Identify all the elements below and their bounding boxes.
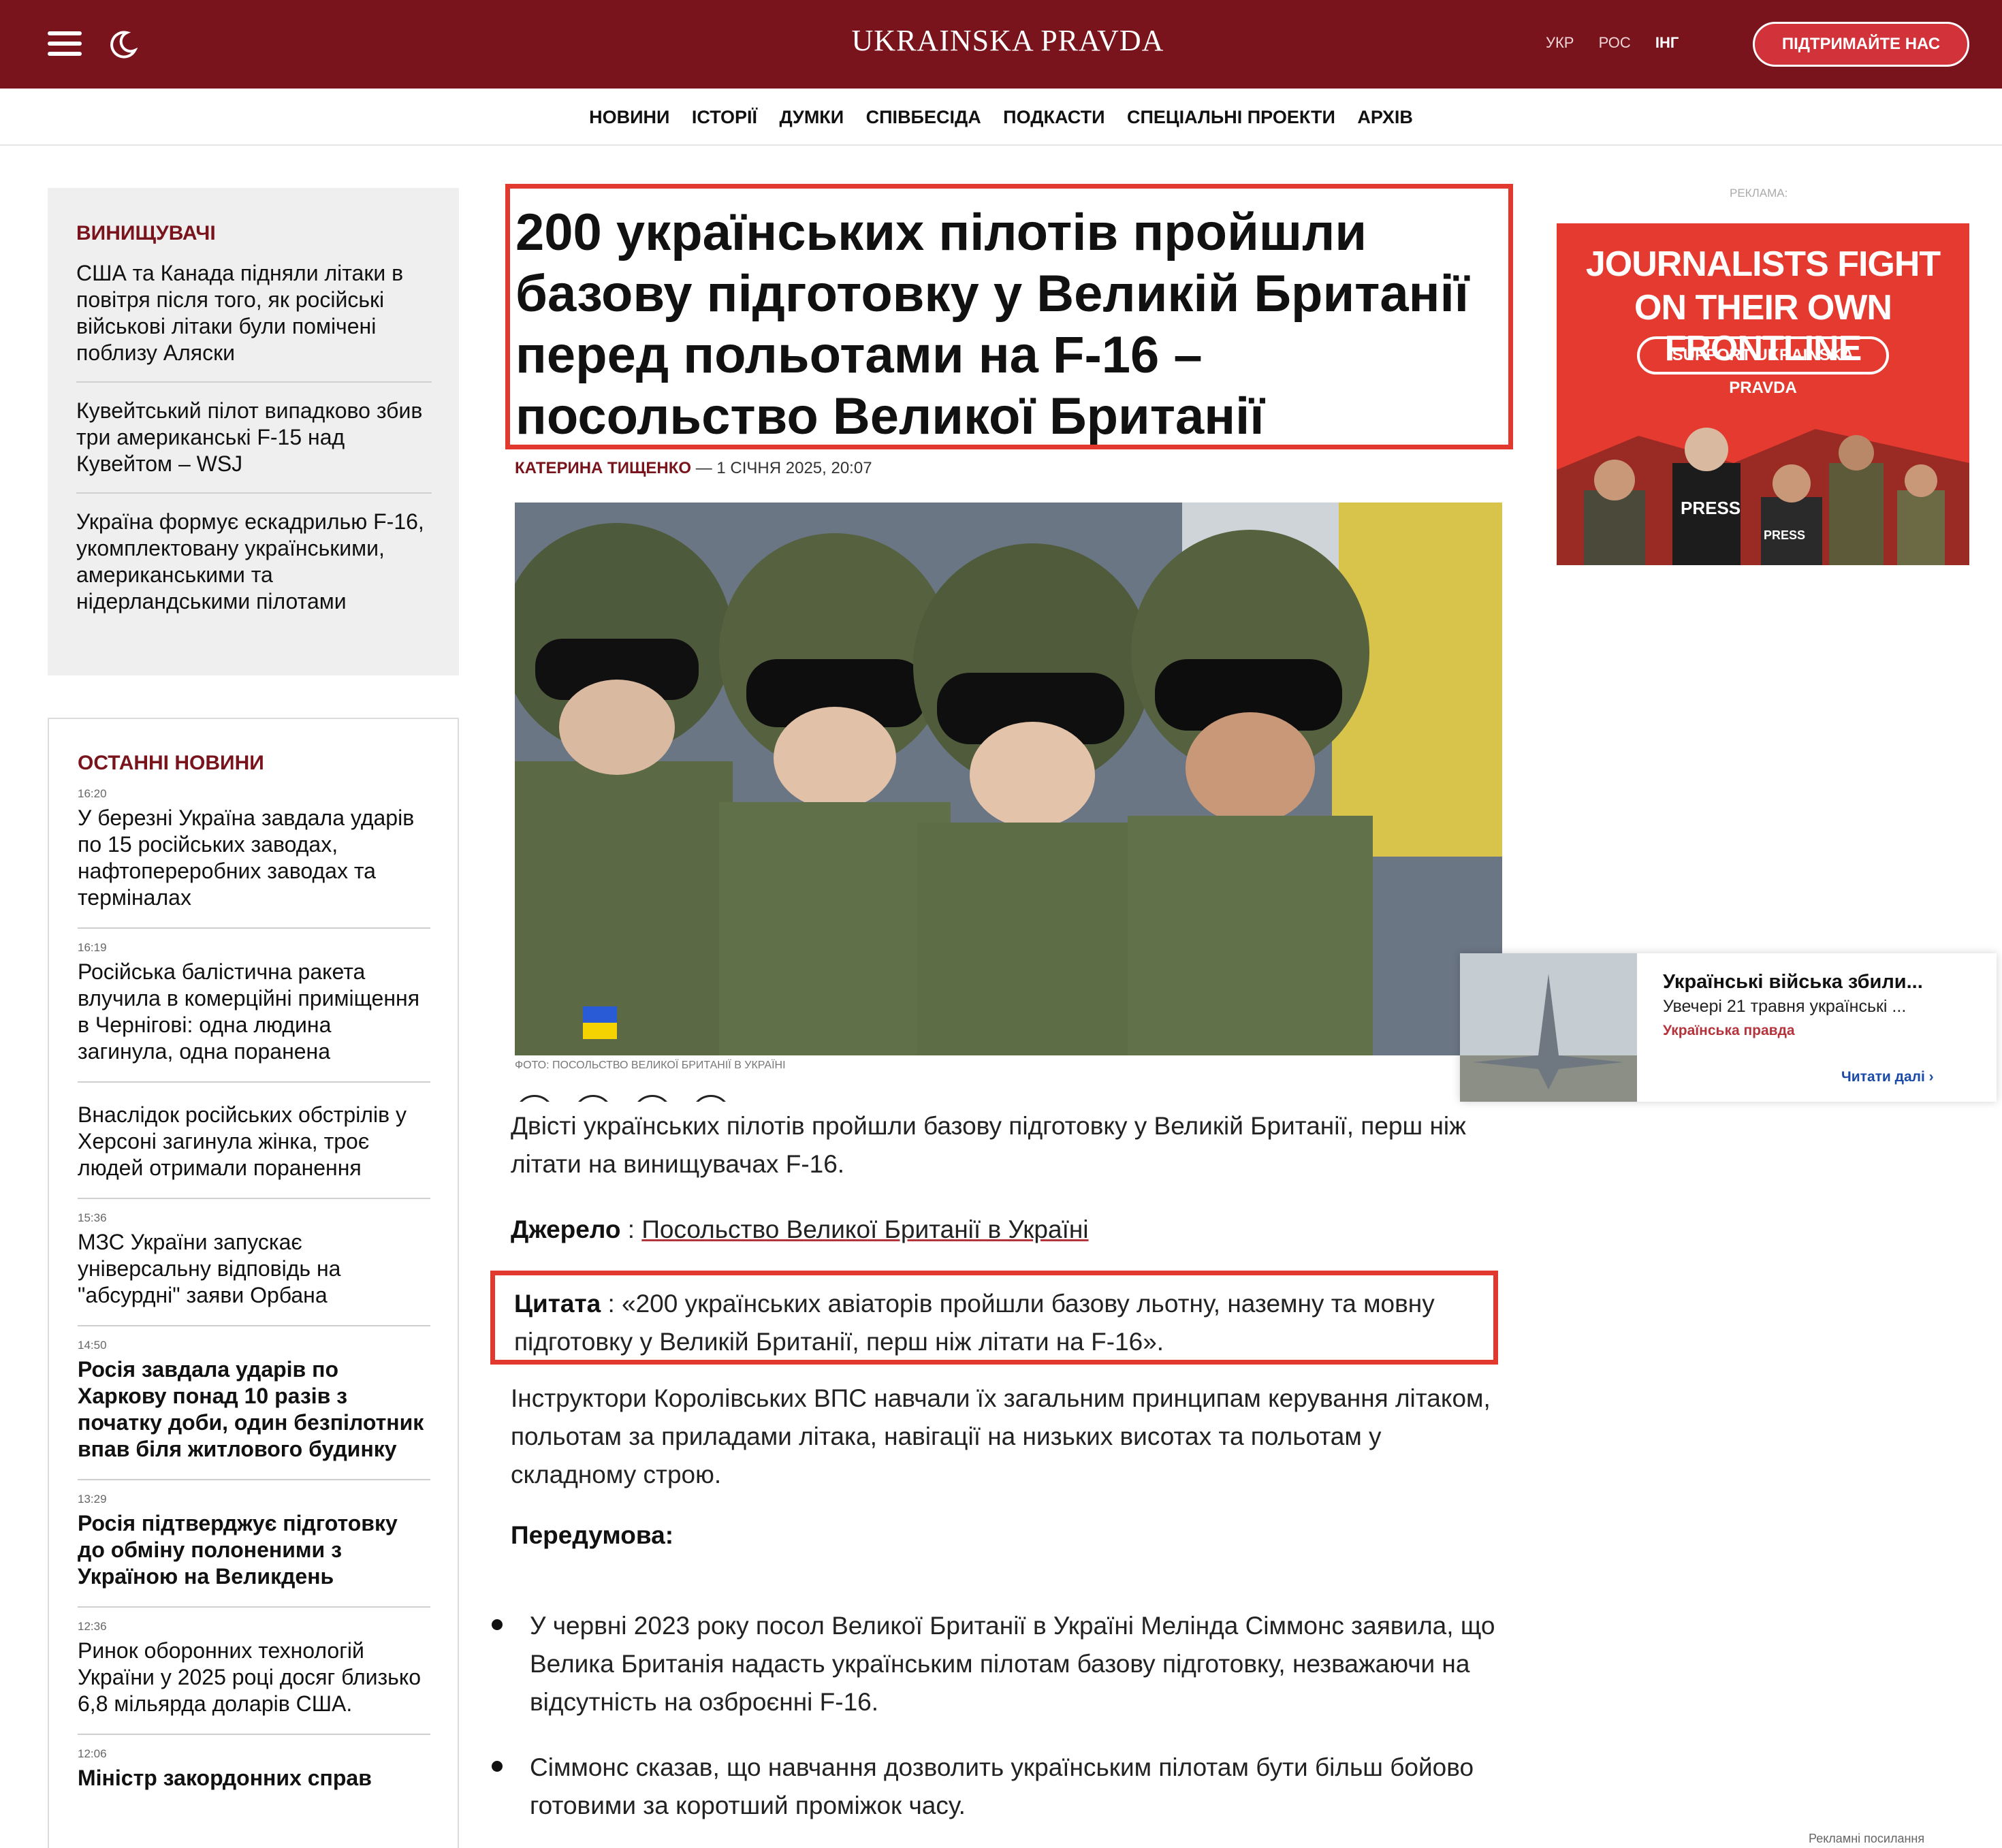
ad-links-note: Рекламні посилання [1809,1832,1925,1845]
background-bullet: У червні 2023 року посол Великої Британі… [530,1612,1495,1716]
news-item[interactable]: 12:06 Міністр закордонних справ [78,1735,430,1808]
topic-item[interactable]: Кувейтський пілот випадково збив три аме… [76,383,432,494]
ad-support-button[interactable]: SUPPORT UKRAINSKA PRAVDA [1637,336,1889,397]
source-link[interactable]: Посольство Великої Британії в Україні [641,1215,1088,1243]
quote-label: Цитата [514,1290,601,1318]
byline: КАТЕРИНА ТИЩЕНКО — 1 СІЧНЯ 2025, 20:07 [515,459,872,478]
topic-heading[interactable]: ВИНИЩУВАЧІ [76,222,432,245]
news-title[interactable]: Внаслідок російських обстрілів у Херсоні… [78,1102,430,1181]
ad-press-badge: PRESS [1681,498,1741,518]
news-title[interactable]: У березні Україна завдала ударів по 15 р… [78,805,430,911]
bullet-icon [492,1619,503,1630]
support-button[interactable]: ПІДТРИМАЙТЕ НАС [1753,22,1969,67]
news-title[interactable]: МЗС України запускає універсальну відпов… [78,1229,430,1309]
news-title[interactable]: Російська балістична ракета влучила в ко… [78,959,430,1065]
dark-mode-icon[interactable] [109,30,138,59]
news-item[interactable]: 12:36 Ринок оборонних технологій України… [78,1608,430,1735]
latest-news-continued: Внаслідок російських обстрілів у Херсоні… [48,1102,459,1841]
source-line: Джерело : Посольство Великої Британії в … [511,1215,1089,1243]
news-item[interactable]: Внаслідок російських обстрілів у Херсоні… [78,1102,430,1199]
article-photo [515,503,1502,1055]
news-item[interactable]: 14:50 Росія завдала ударів по Харкову по… [78,1326,430,1480]
nav-interview[interactable]: СПІВБЕСІДА [866,89,981,146]
news-time: 16:20 [78,787,107,800]
news-item[interactable]: 13:29 Росія підтверджує підготовку до об… [78,1480,430,1608]
recommendation-source: Українська правда [1663,1023,1795,1038]
nav-archive[interactable]: АРХІВ [1357,89,1413,146]
read-more-link[interactable]: Читати далі › [1841,1069,1934,1085]
author-link[interactable]: КАТЕРИНА ТИЩЕНКО [515,459,691,477]
news-time: 14:50 [78,1339,107,1352]
ad-banner[interactable]: JOURNALISTS FIGHT ON THEIR OWN FRONTLINE… [1557,223,1969,565]
lang-ukr[interactable]: УКР [1546,34,1574,51]
news-time: 13:29 [78,1493,107,1506]
news-item[interactable]: 16:19 Російська балістична ракета влучил… [78,929,430,1083]
recommendation-title[interactable]: Українські війська збили... [1663,971,1923,993]
pilots-photo [515,503,1502,1055]
news-item[interactable]: 16:20 У березні Україна завдала ударів п… [78,775,430,929]
ad-press-badge-2: PRESS [1764,528,1805,542]
language-switcher: УКР РОС ІНГ [1546,34,1699,52]
news-time: 12:06 [78,1747,107,1760]
news-time: 12:36 [78,1620,107,1633]
lang-ros[interactable]: РОС [1599,34,1631,51]
nav-special-projects[interactable]: СПЕЦІАЛЬНІ ПРОЕКТИ [1127,89,1335,146]
latest-heading[interactable]: ОСТАННІ НОВИНИ [78,752,430,775]
recommendation-subtitle: Увечері 21 травня українські ... [1663,997,1907,1016]
nav-opinions[interactable]: ДУМКИ [779,89,844,146]
nav-podcasts[interactable]: ПОДКАСТИ [1003,89,1105,146]
main-nav: НОВИНИ ІСТОРІЇ ДУМКИ СПІВБЕСІДА ПОДКАСТИ… [0,89,2002,146]
source-label: Джерело [511,1215,621,1243]
quote-text: «200 українських авіаторів пройшли базов… [514,1290,1435,1356]
site-logo[interactable]: UKRAINSKA PRAVDA [817,23,1198,58]
bullet-icon [492,1761,503,1772]
news-title[interactable]: Ринок оборонних технологій України у 202… [78,1638,430,1717]
publish-date: — 1 СІЧНЯ 2025, 20:07 [695,459,872,477]
ad-headline-1: JOURNALISTS FIGHT [1585,244,1941,284]
topic-item[interactable]: Україна формує ескадрилью F-16, укомплек… [76,494,432,630]
ad-label: РЕКЛАМА: [1730,187,1788,200]
news-time: 16:19 [78,941,107,954]
background-heading: Передумова: [511,1521,674,1549]
nav-news[interactable]: НОВИНИ [589,89,669,146]
news-title[interactable]: Росія завдала ударів по Харкову понад 10… [78,1356,430,1463]
article-body: Інструктори Королівських ВПС навчали їх … [511,1384,1491,1488]
background-bullet: Сіммонс сказав, що навчання дозволить ук… [530,1753,1474,1819]
article-headline: 200 українських пілотів пройшли базову п… [505,184,1513,449]
quote-block: Цитата : «200 українських авіаторів прой… [490,1271,1498,1365]
topic-box: ВИНИЩУВАЧІ США та Канада підняли літаки … [48,188,459,675]
site-header: UKRAINSKA PRAVDA УКР РОС ІНГ ПІДТРИМАЙТЕ… [0,0,2002,89]
news-item[interactable]: 15:36 МЗС України запускає універсальну … [78,1199,430,1326]
photo-caption: ФОТО: ПОСОЛЬСТВО ВЕЛИКОЇ БРИТАНІЇ В УКРА… [515,1060,786,1071]
topic-item[interactable]: США та Канада підняли літаки в повітря п… [76,245,432,383]
nav-stories[interactable]: ІСТОРІЇ [692,89,757,146]
news-title[interactable]: Міністр закордонних справ [78,1765,430,1791]
lang-eng[interactable]: ІНГ [1655,34,1679,51]
menu-icon[interactable] [48,31,82,56]
ad-illustration: PRESS PRESS [1557,428,1969,565]
article-lead: Двісті українських пілотів пройшли базов… [511,1112,1466,1178]
news-time: 15:36 [78,1211,107,1224]
news-title[interactable]: Росія підтверджує підготовку до обміну п… [78,1510,430,1590]
recommendation-image [1460,953,1637,1102]
recommendation-card[interactable]: Українські війська збили... Увечері 21 т… [1460,953,1997,1102]
